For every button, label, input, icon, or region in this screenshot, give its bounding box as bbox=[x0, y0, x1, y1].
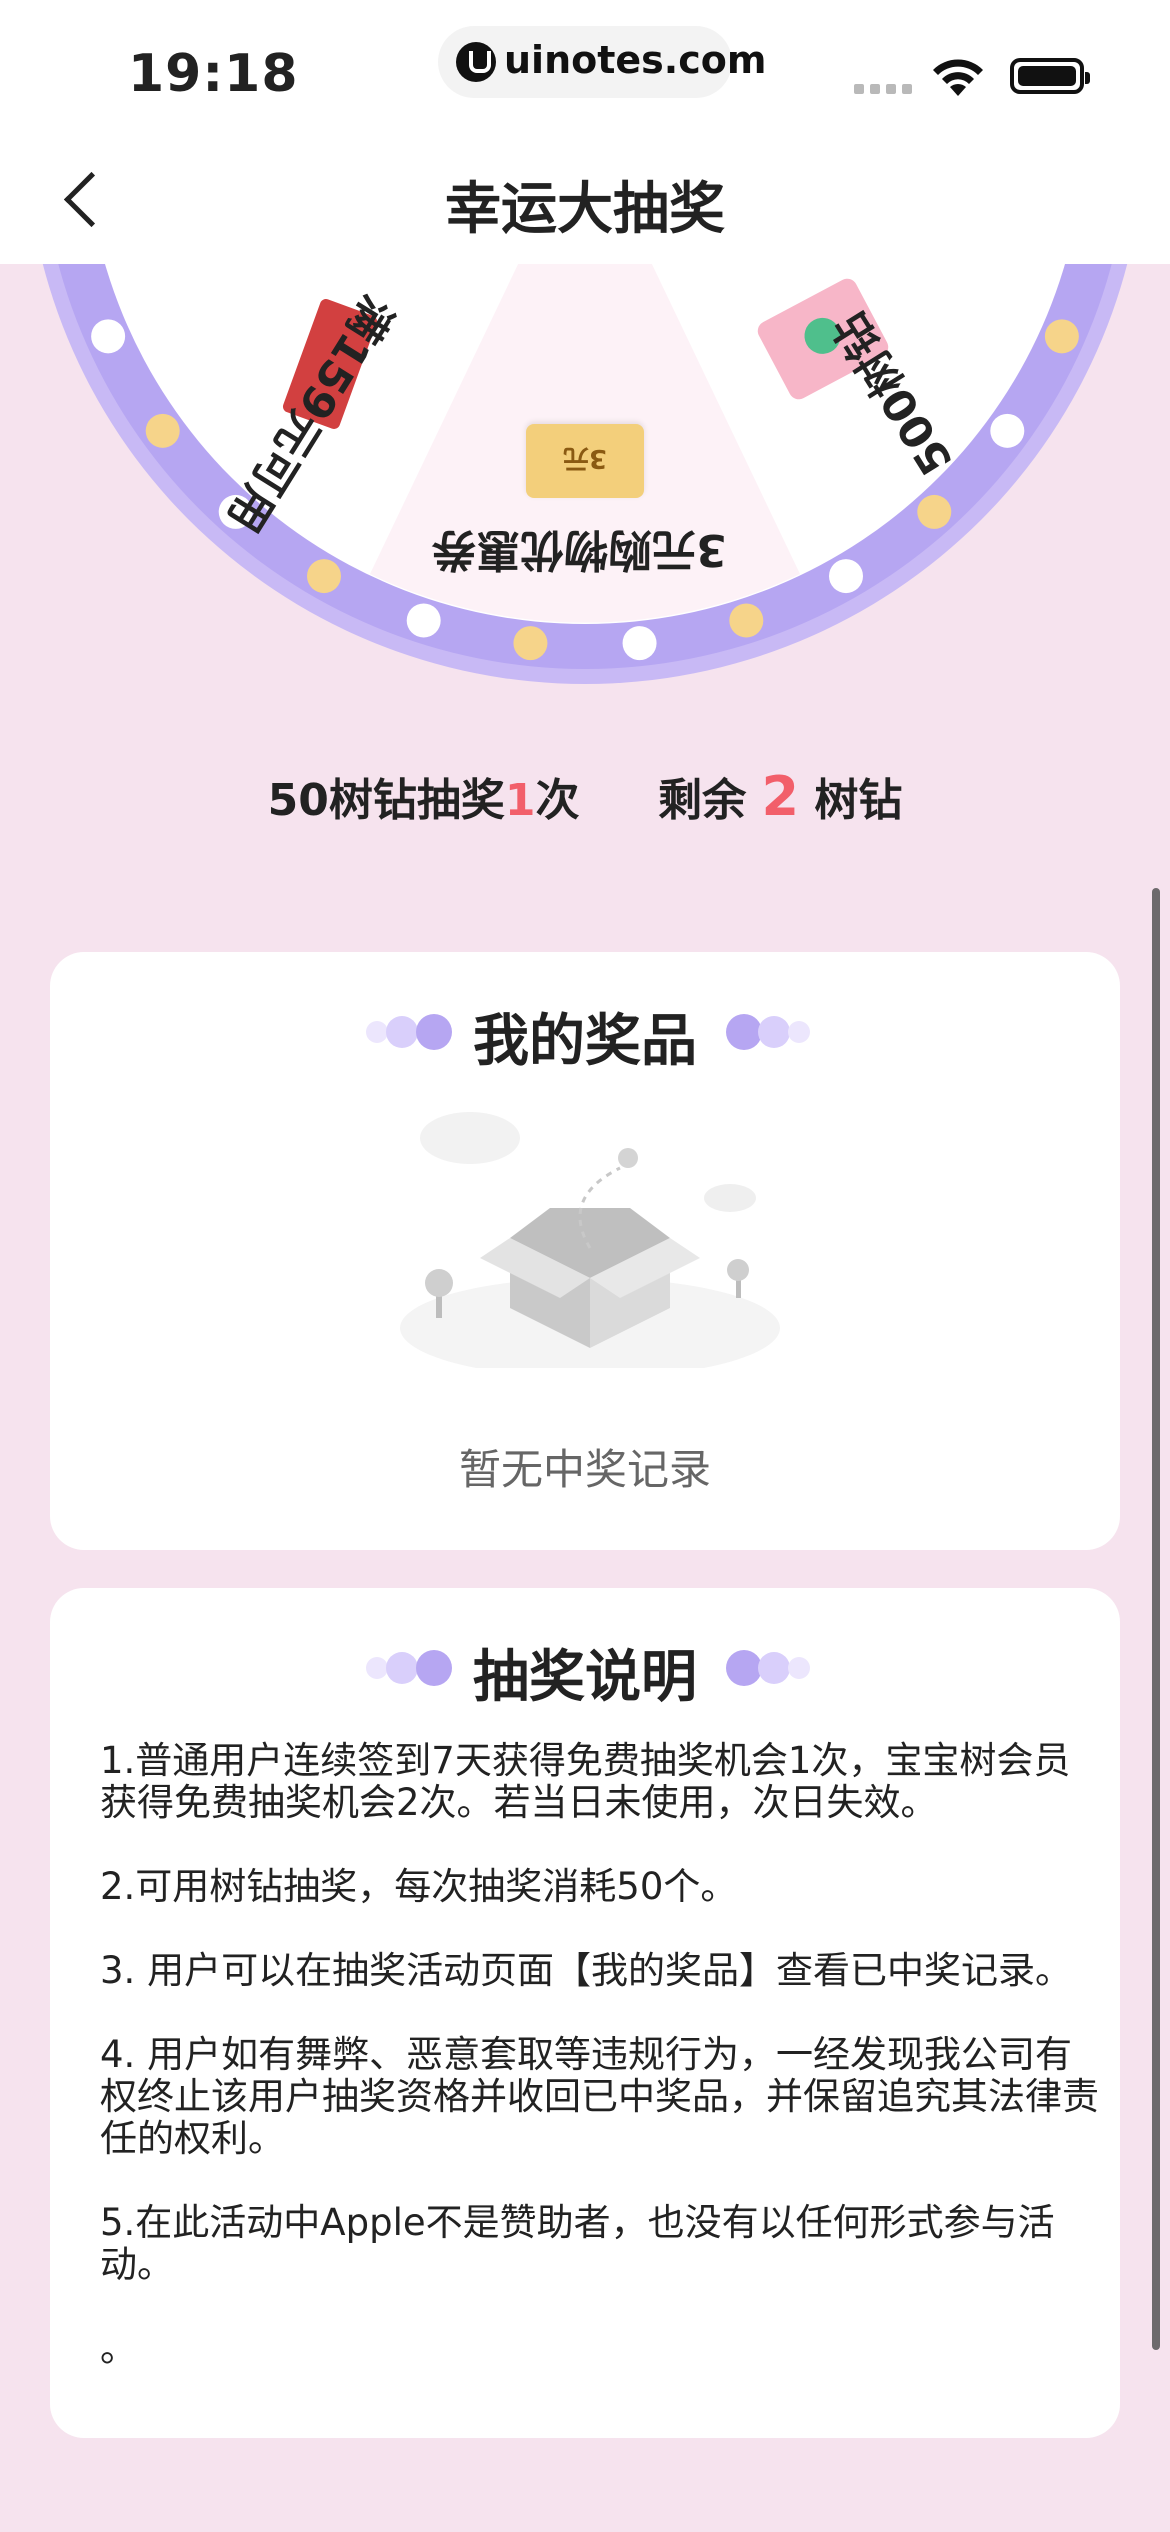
battery-icon bbox=[1010, 58, 1090, 94]
wheel-light bbox=[91, 319, 126, 354]
wheel-light bbox=[829, 559, 863, 594]
scrollbar[interactable] bbox=[1152, 888, 1160, 2350]
rule-item: 。 bbox=[100, 2327, 137, 2370]
cost-count: 1 bbox=[504, 775, 536, 826]
cellular-signal-icon bbox=[854, 84, 912, 94]
wheel-light bbox=[406, 603, 441, 638]
title-decoration-right bbox=[726, 1012, 846, 1052]
wheel-light bbox=[917, 494, 952, 529]
rules-card: 抽奖说明 1.普通用户连续签到7天获得免费抽奖机会1次，宝宝树会员获得免费抽奖机… bbox=[50, 1588, 1120, 2438]
wheel-light bbox=[513, 626, 548, 661]
url-pill[interactable]: uinotes.com bbox=[438, 26, 766, 98]
remaining-count: 2 bbox=[761, 765, 800, 828]
wheel-graphic bbox=[42, 264, 1128, 684]
coupon-value: 3元 bbox=[562, 443, 608, 474]
wheel-light bbox=[622, 626, 657, 661]
rule-item: 3. 用户可以在抽奖活动页面【我的奖品】查看已中奖记录。 bbox=[100, 1949, 1073, 1992]
status-bar: 19:18 uinotes.com bbox=[0, 0, 1170, 130]
status-time: 19:18 bbox=[128, 44, 299, 104]
page-title: 幸运大抽奖 bbox=[445, 177, 725, 242]
wheel-light bbox=[1044, 319, 1079, 354]
rule-item: 5.在此活动中Apple不是赞助者，也没有以任何形式参与活动。 bbox=[100, 2201, 1055, 2286]
rule-item: 2.可用树钻抽奖，每次抽奖消耗50个。 bbox=[100, 1865, 738, 1908]
rules-title: 抽奖说明 bbox=[473, 1645, 697, 1710]
cost-prefix: 50树钻抽奖 bbox=[267, 775, 505, 826]
empty-prizes-text: 暂无中奖记录 bbox=[458, 1445, 711, 1494]
title-decoration-right bbox=[726, 1648, 846, 1688]
rule-item: 4. 用户如有舞弊、恶意套取等违规行为，一经发现我公司有权终止该用户抽奖资格并收… bbox=[100, 2033, 1099, 2160]
nav-bar: 幸运大抽奖 bbox=[0, 130, 1170, 264]
rule-item: 1.普通用户连续签到7天获得免费抽奖机会1次，宝宝树会员获得免费抽奖机会2次。若… bbox=[100, 1739, 1071, 1824]
remaining-prefix: 剩余 bbox=[658, 775, 747, 826]
prizes-title: 我的奖品 bbox=[473, 1009, 697, 1074]
site-logo-icon bbox=[456, 42, 496, 82]
rules-list: 1.普通用户连续签到7天获得免费抽奖机会1次，宝宝树会员获得免费抽奖机会2次。若… bbox=[100, 1740, 1100, 2412]
wheel-light bbox=[145, 413, 180, 448]
remaining-suffix: 树钻 bbox=[814, 775, 903, 826]
lottery-wheel[interactable]: 3元 3元购物优惠券 满159元可用 500树钻 bbox=[0, 264, 1170, 734]
wheel-light bbox=[307, 559, 341, 594]
draw-cost-info: 50树钻抽奖1次 剩余 2 树钻 bbox=[0, 764, 1170, 828]
my-prizes-card: 我的奖品 暂无中奖记录 bbox=[50, 952, 1120, 1550]
cost-suffix: 次 bbox=[535, 775, 580, 826]
url-text: uinotes.com bbox=[504, 38, 767, 82]
wifi-icon bbox=[933, 59, 983, 96]
wheel-light bbox=[729, 603, 764, 638]
wheel-segment-label: 3元购物优惠券 bbox=[432, 524, 727, 575]
coupon-image-gold: 3元 bbox=[526, 424, 644, 498]
wheel-light bbox=[990, 413, 1025, 448]
empty-box-illustration bbox=[400, 1112, 780, 1368]
